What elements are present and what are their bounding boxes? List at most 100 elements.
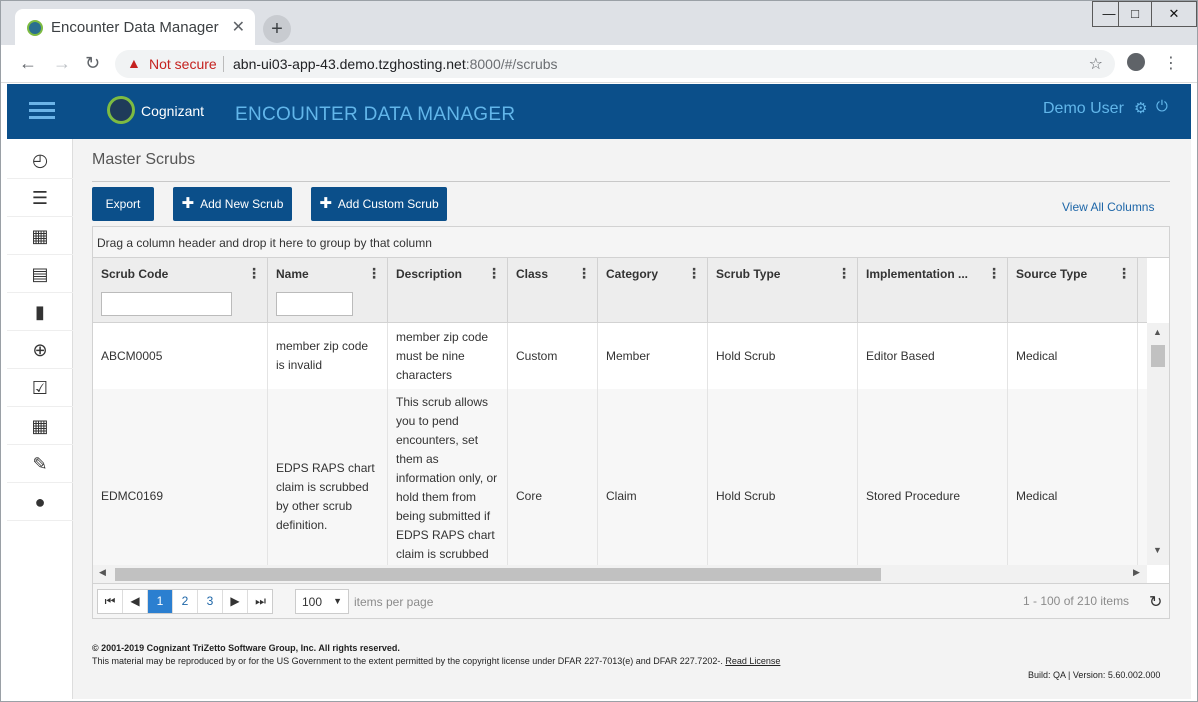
sidebar-item-checkbox[interactable]: ☑ [7, 369, 73, 407]
first-page-button[interactable]: ⏮ [98, 590, 123, 613]
cell-text: Medical [1016, 349, 1058, 363]
account-icon[interactable] [1127, 53, 1145, 71]
browser-toolbar: ← → ↻ ▲ Not secure abn-ui03-app-43.demo.… [1, 45, 1197, 83]
column-menu-icon[interactable]: ⋮ [577, 265, 591, 282]
horizontal-scroll-thumb[interactable] [115, 568, 881, 581]
scroll-left-icon[interactable]: ◀ [99, 567, 106, 578]
next-page-button[interactable]: ▶ [223, 590, 248, 613]
cell-description: member zip code must be nine characters [388, 323, 508, 389]
scroll-right-icon[interactable]: ▶ [1133, 567, 1140, 578]
column-header-name[interactable]: Name ⋮ [268, 258, 388, 323]
address-bar[interactable]: ▲ Not secure abn-ui03-app-43.demo.tzghos… [115, 50, 1115, 78]
maximize-button[interactable]: □ [1118, 1, 1152, 27]
list-icon: ▤ [31, 264, 49, 284]
cell-category: Claim [598, 389, 708, 565]
view-all-columns-link[interactable]: View All Columns [1062, 200, 1154, 214]
column-header-implementation[interactable]: Implementation ... ⋮ [858, 258, 1008, 323]
column-menu-icon[interactable]: ⋮ [1117, 265, 1131, 282]
sidebar-item-upload[interactable]: ⊕ [7, 331, 73, 369]
vertical-scrollbar[interactable]: ▲ ▼ [1147, 323, 1169, 565]
cell-text: Stored Procedure [866, 489, 961, 503]
cell-scrub-code: EDMC0169 [93, 389, 268, 565]
page-size-select[interactable]: 100 ▼ [295, 589, 349, 614]
user-icon: ● [34, 492, 46, 512]
sidebar-item-calendar[interactable]: ▦ [7, 217, 73, 255]
sidebar-item-user[interactable]: ● [7, 483, 73, 521]
reload-icon[interactable]: ↻ [85, 53, 100, 74]
page-size-value: 100 [302, 595, 323, 609]
table-row[interactable]: EDMC0169 EDPS RAPS chart claim is scrubb… [93, 389, 1147, 565]
not-secure-label[interactable]: Not secure [149, 56, 217, 72]
horizontal-scrollbar[interactable]: ◀ ▶ [93, 565, 1147, 583]
close-tab-icon[interactable]: ✕ [232, 17, 245, 37]
wrench-icon: ✎ [32, 454, 48, 474]
new-tab-button[interactable]: + [263, 15, 291, 43]
name-filter-input[interactable] [276, 292, 353, 316]
forward-icon[interactable]: → [53, 53, 71, 74]
gear-icon[interactable]: ⚙ [1134, 99, 1147, 117]
page-2-button[interactable]: 2 [173, 590, 198, 613]
add-custom-scrub-button[interactable]: ✚ Add Custom Scrub [311, 187, 447, 221]
vertical-scroll-thumb[interactable] [1151, 345, 1165, 367]
bookmark-star-icon[interactable]: ☆ [1089, 54, 1103, 74]
chevron-down-icon: ▼ [333, 596, 342, 606]
plus-icon: ✚ [319, 195, 332, 212]
browser-menu-icon[interactable]: ⋮ [1163, 53, 1179, 73]
sidebar-item-list[interactable]: ▤ [7, 255, 73, 293]
page-3-button[interactable]: 3 [198, 590, 223, 613]
scrub-code-filter-input[interactable] [101, 292, 232, 316]
cell-text: Medical [1016, 489, 1058, 503]
sidebar-item-grid[interactable]: ▦ [7, 407, 73, 445]
add-new-scrub-button[interactable]: ✚ Add New Scrub [173, 187, 292, 221]
sidebar-item-wrench[interactable]: ✎ [7, 445, 73, 483]
url-text[interactable]: abn-ui03-app-43.demo.tzghosting.net:8000… [233, 56, 558, 72]
power-icon[interactable]: ⏻ [1156, 98, 1168, 115]
column-menu-icon[interactable]: ⋮ [247, 265, 261, 282]
column-menu-icon[interactable]: ⋮ [367, 265, 381, 282]
hamburger-menu-icon[interactable] [29, 102, 55, 120]
column-menu-icon[interactable]: ⋮ [837, 265, 851, 282]
column-label: Implementation ... [866, 267, 969, 281]
column-header-source-type[interactable]: Source Type ⋮ [1008, 258, 1138, 323]
cell-class: Custom [508, 323, 598, 389]
export-button[interactable]: Export [92, 187, 154, 221]
side-nav: ◴ ☰ ▦ ▤ ▮ ⊕ ☑ ▦ ✎ ● [7, 139, 73, 699]
column-label: Description [396, 267, 463, 281]
column-header-category[interactable]: Category ⋮ [598, 258, 708, 323]
column-header-scrub-code[interactable]: Scrub Code ⋮ [93, 258, 268, 323]
browser-tab[interactable]: Encounter Data Manager ✕ [15, 9, 255, 45]
title-divider [92, 181, 1170, 182]
refresh-icon[interactable]: ↻ [1149, 592, 1162, 612]
column-menu-icon[interactable]: ⋮ [487, 265, 501, 282]
cell-scrub-type: Hold Scrub [708, 389, 858, 565]
column-header-scrub-type[interactable]: Scrub Type ⋮ [708, 258, 858, 323]
read-license-link[interactable]: Read License [725, 656, 780, 666]
tab-strip: Encounter Data Manager ✕ + — □ ✕ [1, 1, 1197, 45]
scroll-down-icon[interactable]: ▼ [1153, 545, 1162, 555]
table-row[interactable]: ABCM0005 member zip code is invalid memb… [93, 323, 1147, 389]
scroll-up-icon[interactable]: ▲ [1153, 327, 1162, 337]
column-menu-icon[interactable]: ⋮ [987, 265, 1001, 282]
last-page-button[interactable]: ⏭ [248, 590, 273, 613]
column-header-class[interactable]: Class ⋮ [508, 258, 598, 323]
favicon-icon [27, 20, 43, 36]
logo-text: Cognizant [141, 103, 205, 119]
column-menu-icon[interactable]: ⋮ [687, 265, 701, 282]
page-1-button[interactable]: 1 [148, 590, 173, 613]
sidebar-item-dashboard[interactable]: ◴ [7, 141, 73, 179]
cell-text: Hold Scrub [716, 489, 776, 503]
user-name[interactable]: Demo User [1043, 100, 1124, 118]
prev-page-button[interactable]: ◀ [123, 590, 148, 613]
column-label: Category [606, 267, 659, 281]
cell-text: Hold Scrub [716, 349, 776, 363]
upload-icon: ⊕ [32, 340, 48, 360]
sidebar-item-file[interactable]: ▮ [7, 293, 73, 331]
group-drop-zone[interactable]: Drag a column header and drop it here to… [93, 227, 1169, 258]
sidebar-item-server[interactable]: ☰ [7, 179, 73, 217]
main-content: Master Scrubs Export ✚ Add New Scrub ✚ Add… [73, 139, 1191, 699]
window-close-button[interactable]: ✕ [1151, 1, 1197, 27]
cell-name: member zip code is invalid [268, 323, 388, 389]
grid-body: ABCM0005 member zip code is invalid memb… [93, 323, 1147, 565]
back-icon[interactable]: ← [19, 53, 37, 74]
column-header-description[interactable]: Description ⋮ [388, 258, 508, 323]
